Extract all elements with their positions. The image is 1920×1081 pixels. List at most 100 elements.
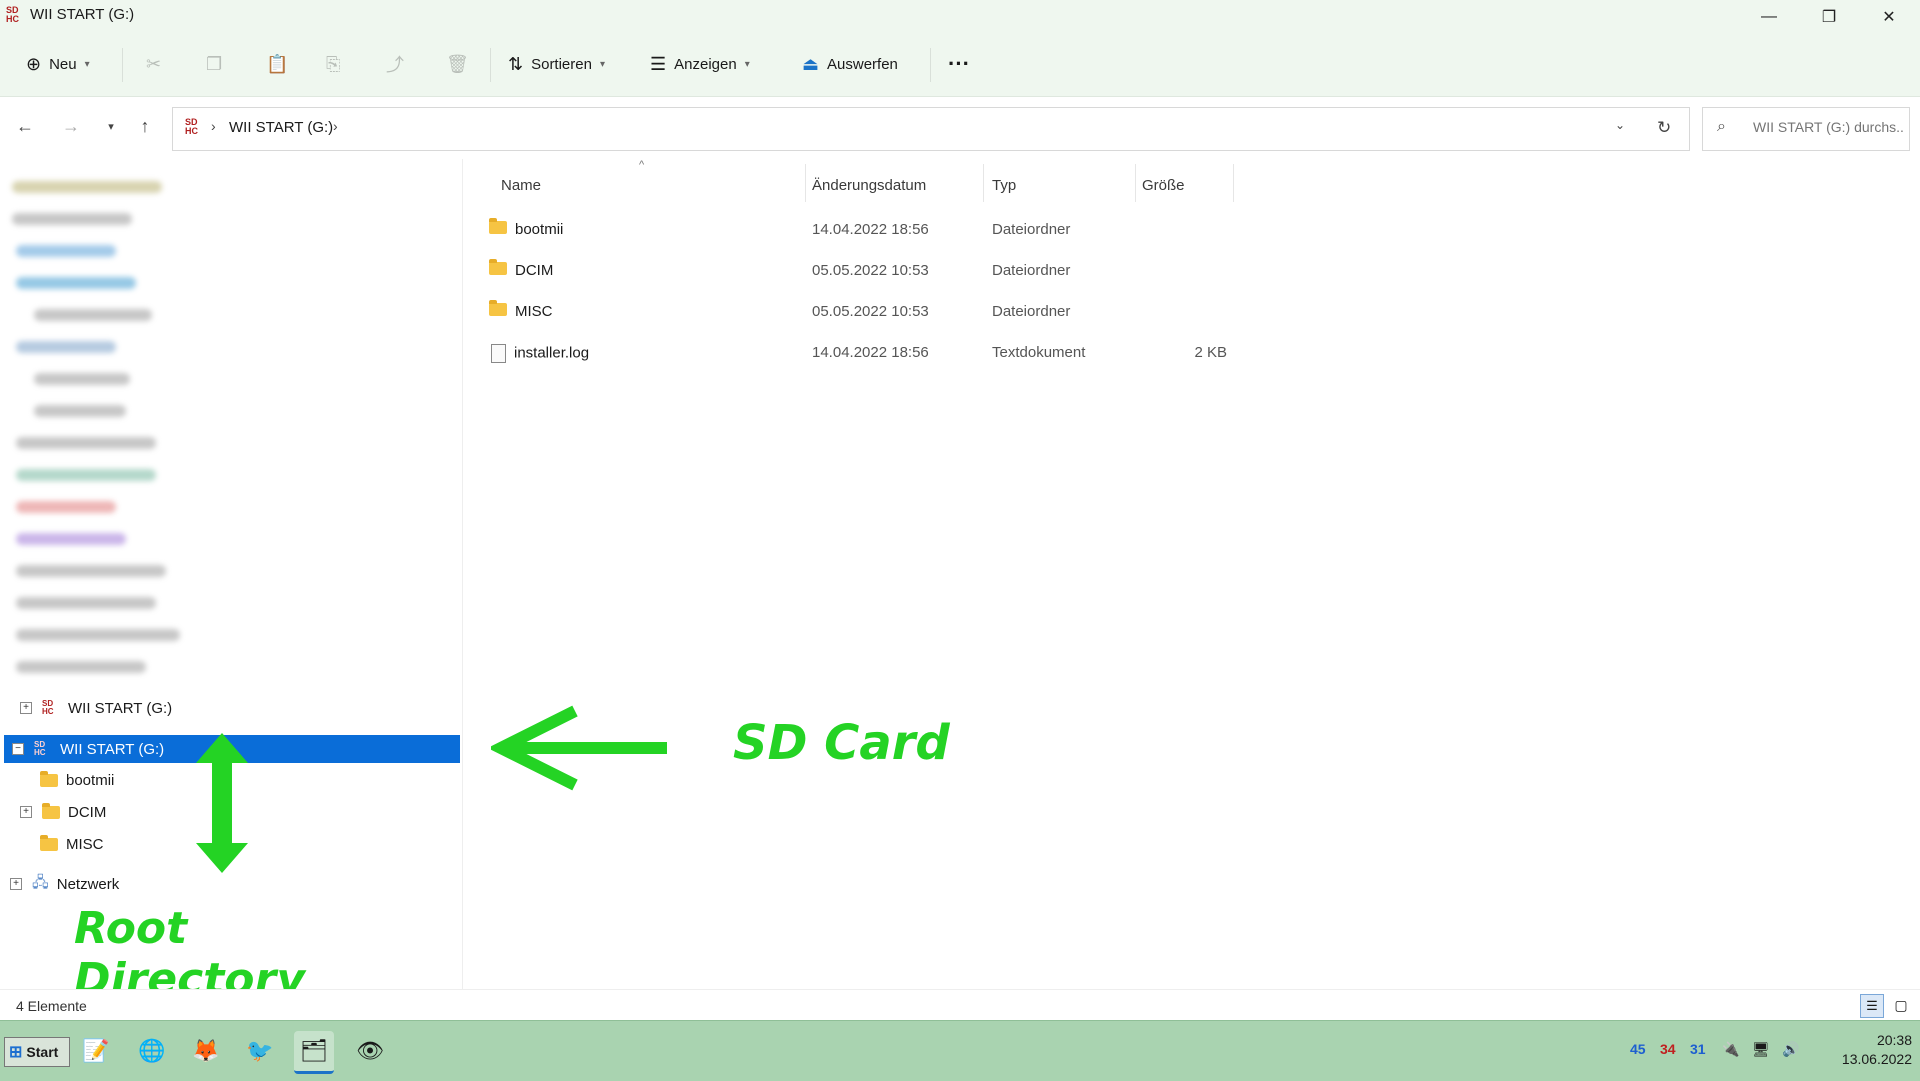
blurred-item: [16, 437, 156, 449]
rename-button[interactable]: ⎘: [326, 44, 340, 84]
clipboard-icon: 📋: [266, 53, 289, 74]
tree-item-misc[interactable]: MISC: [40, 831, 104, 857]
column-divider[interactable]: [983, 164, 984, 202]
eject-button[interactable]: ⏏ Auswerfen: [802, 44, 898, 84]
column-header-date[interactable]: Änderungsdatum: [812, 170, 926, 200]
file-name: MISC: [515, 303, 553, 320]
tree-item-dcim[interactable]: + DCIM: [20, 799, 106, 825]
status-bar: 4 Elemente ☰ ▢: [0, 989, 1920, 1021]
search-box[interactable]: ⌕: [1702, 107, 1910, 151]
breadcrumb-chevron-icon: ›: [211, 118, 216, 134]
folder-icon: [40, 770, 58, 787]
sd-card-drive-icon: SD HC: [34, 740, 46, 757]
blurred-item: [34, 373, 130, 385]
sd-card-drive-icon: SD HC: [185, 117, 198, 136]
tree-item-drive[interactable]: + SD HC WII START (G:): [20, 695, 172, 721]
file-name: bootmii: [515, 221, 564, 238]
close-button[interactable]: ✕: [1860, 0, 1918, 34]
minimize-button[interactable]: —: [1740, 0, 1798, 34]
back-arrow-icon[interactable]: ←: [10, 111, 40, 141]
file-date: 14.04.2022 18:56: [812, 221, 929, 238]
chevron-down-icon: ▾: [84, 58, 90, 70]
usb-device-icon[interactable]: 🔌: [1722, 1041, 1739, 1058]
tiles-view-icon[interactable]: ▢: [1890, 994, 1912, 1016]
double-arrow-annotation: [196, 733, 248, 873]
plus-circle-icon: ⊕: [26, 53, 42, 74]
column-header-type[interactable]: Typ: [992, 170, 1016, 200]
up-arrow-icon[interactable]: ↑: [130, 111, 160, 141]
network-globe-app-icon[interactable]: 🌐: [132, 1031, 172, 1071]
tree-item-bootmii[interactable]: bootmii: [40, 767, 114, 793]
sd-card-drive-icon: SD HC: [42, 699, 54, 716]
tree-item-label: MISC: [66, 835, 104, 853]
more-options-button[interactable]: ···: [948, 44, 970, 84]
new-label: Neu: [49, 55, 77, 73]
cut-button[interactable]: ✂: [146, 44, 161, 84]
breadcrumb-drive[interactable]: WII START (G:): [229, 119, 333, 136]
search-input[interactable]: [1751, 118, 1905, 136]
blurred-item: [34, 309, 152, 321]
thunderbird-app-icon[interactable]: 🐦: [240, 1031, 280, 1071]
collapse-minus-icon[interactable]: −: [12, 743, 24, 755]
tree-item-label: DCIM: [68, 803, 107, 821]
refresh-icon[interactable]: ↻: [1657, 118, 1671, 138]
sort-button[interactable]: ⇅ Sortieren ▾: [508, 44, 605, 84]
file-row-misc[interactable]: MISC 05.05.2022 10:53 Dateiordner: [463, 293, 1263, 331]
notepad-app-icon[interactable]: 📝: [76, 1031, 116, 1071]
file-list: ^ Name Änderungsdatum Typ Größe bootmii …: [463, 159, 1920, 989]
firefox-app-icon[interactable]: 🦊: [186, 1031, 226, 1071]
divider: [490, 48, 491, 82]
blurred-item: [16, 341, 116, 353]
paste-button[interactable]: 📋: [266, 44, 288, 84]
text-document-icon: [491, 344, 506, 363]
details-view-icon[interactable]: ☰: [1860, 994, 1884, 1018]
breadcrumb-chevron-icon[interactable]: ›: [333, 118, 338, 134]
maximize-button[interactable]: ❐: [1800, 0, 1858, 34]
tree-item-label: bootmii: [66, 771, 115, 789]
file-row-bootmii[interactable]: bootmii 14.04.2022 18:56 Dateiordner: [463, 211, 1263, 249]
tree-item-network[interactable]: + 🖧 Netzwerk: [10, 871, 119, 897]
file-row-installer-log[interactable]: installer.log 14.04.2022 18:56 Textdokum…: [463, 334, 1263, 372]
folder-icon: [42, 802, 60, 819]
left-arrow-annotation: [491, 705, 667, 791]
expand-plus-icon[interactable]: +: [20, 702, 32, 714]
clock[interactable]: 20:38 13.06.2022: [1812, 1031, 1912, 1069]
file-row-dcim[interactable]: DCIM 05.05.2022 10:53 Dateiordner: [463, 252, 1263, 290]
delete-button[interactable]: 🗑: [446, 44, 469, 84]
expand-plus-icon[interactable]: +: [20, 806, 32, 818]
speaker-icon[interactable]: 🔊: [1782, 1041, 1799, 1058]
file-date: 05.05.2022 10:53: [812, 303, 929, 320]
view-button[interactable]: ☰ Anzeigen ▾: [650, 44, 750, 84]
address-history-chevron-icon[interactable]: ⌄: [1615, 118, 1625, 132]
column-divider[interactable]: [1233, 164, 1234, 202]
start-button[interactable]: ⊞ Start: [4, 1037, 70, 1067]
file-type: Textdokument: [992, 344, 1086, 361]
recent-locations-chevron-icon[interactable]: ▾: [96, 111, 126, 141]
new-button[interactable]: ⊕ Neu ▾: [26, 44, 90, 84]
file-date: 14.04.2022 18:56: [812, 344, 929, 361]
column-header-size[interactable]: Größe: [1142, 170, 1185, 200]
address-bar[interactable]: SD HC › WII START (G:) › ⌄ ↻: [172, 107, 1690, 151]
column-header-name[interactable]: Name: [501, 170, 541, 200]
share-button[interactable]: ⤴: [386, 44, 404, 84]
column-divider[interactable]: [1135, 164, 1136, 202]
tray-number[interactable]: 45: [1630, 1041, 1646, 1057]
viewer-eye-app-icon[interactable]: 👁: [350, 1031, 390, 1071]
blurred-item: [16, 533, 126, 545]
tray-number[interactable]: 31: [1690, 1041, 1706, 1057]
sd-card-drive-icon: SD HC: [6, 5, 19, 24]
tray-number[interactable]: 34: [1660, 1041, 1676, 1057]
tree-item-label: WII START (G:): [68, 699, 173, 717]
trash-icon: 🗑: [446, 53, 469, 74]
file-name: DCIM: [515, 262, 554, 279]
file-explorer-app-icon[interactable]: 🗂: [294, 1031, 334, 1074]
copy-icon: ❐: [206, 53, 223, 74]
blurred-item: [16, 565, 166, 577]
network-monitor-icon[interactable]: 🖥: [1752, 1041, 1770, 1058]
expand-plus-icon[interactable]: +: [10, 878, 22, 890]
column-divider[interactable]: [805, 164, 806, 202]
copy-button[interactable]: ❐: [206, 44, 222, 84]
forward-arrow-icon[interactable]: →: [56, 111, 86, 141]
file-type: Dateiordner: [992, 262, 1071, 279]
clock-time: 20:38: [1876, 1032, 1912, 1048]
